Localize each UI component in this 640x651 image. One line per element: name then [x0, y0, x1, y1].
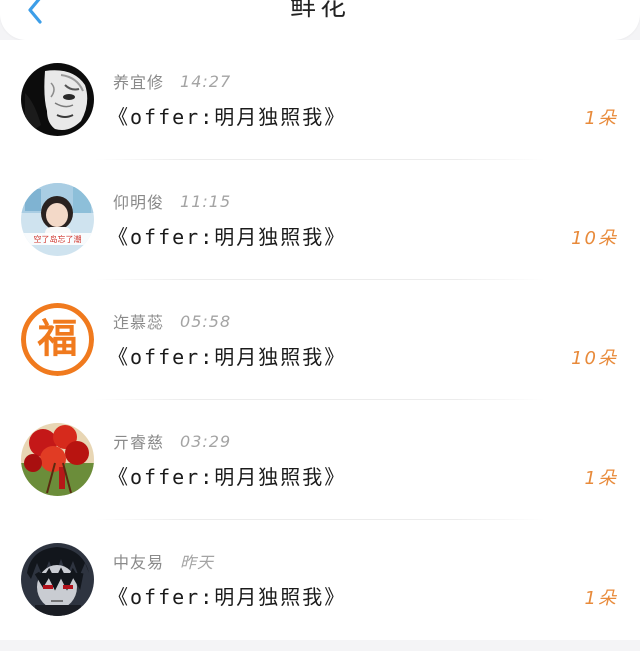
gift-title: 《offer:明月独照我》	[108, 585, 347, 609]
mask-avatar[interactable]	[21, 63, 94, 136]
gift-title: 《offer:明月独照我》	[108, 465, 347, 489]
flower-amount: 1朵	[584, 468, 618, 489]
list-item[interactable]: 亓睿慈 03:29 《offer:明月独照我》 1朵	[0, 400, 640, 520]
header-bar: 鲜花	[0, 0, 640, 40]
send-time: 11:15	[180, 191, 232, 211]
red-flower-avatar[interactable]	[21, 423, 94, 496]
flowers-page: 鲜花 养宜修 14:27 《offer:明月独照我》 1朵 空了岛忘了潮 仰明俊…	[0, 0, 640, 651]
sender-name: 养宜修	[113, 73, 165, 92]
fu-character-avatar[interactable]: 福	[21, 303, 94, 376]
sender-name: 亓睿慈	[113, 433, 165, 452]
flower-amount: 1朵	[584, 108, 618, 129]
sender-name: 仰明俊	[113, 193, 165, 212]
flower-amount: 10朵	[571, 348, 618, 369]
girl-photo-avatar[interactable]: 空了岛忘了潮	[21, 183, 94, 256]
bottom-band	[0, 640, 640, 651]
send-time: 03:29	[180, 431, 232, 451]
send-time: 14:27	[180, 71, 232, 91]
page-title: 鲜花	[289, 0, 350, 22]
sender-name: 中友易	[113, 553, 165, 572]
list-item[interactable]: 福 迮慕蕊 05:58 《offer:明月独照我》 10朵	[0, 280, 640, 400]
sender-name: 迮慕蕊	[113, 313, 165, 332]
list-item[interactable]: 空了岛忘了潮 仰明俊 11:15 《offer:明月独照我》 10朵	[0, 160, 640, 280]
gift-title: 《offer:明月独照我》	[108, 345, 347, 369]
fu-glyph: 福	[37, 316, 78, 362]
list-item[interactable]: 养宜修 14:27 《offer:明月独照我》 1朵	[0, 40, 640, 160]
anime-boy-avatar[interactable]	[21, 543, 94, 616]
flower-amount: 10朵	[571, 228, 618, 249]
send-time: 昨天	[180, 553, 215, 572]
send-time: 05:58	[180, 311, 232, 331]
flower-amount: 1朵	[584, 588, 618, 609]
gift-list: 养宜修 14:27 《offer:明月独照我》 1朵 空了岛忘了潮 仰明俊 11…	[0, 40, 640, 651]
gift-title: 《offer:明月独照我》	[108, 105, 347, 129]
gift-title: 《offer:明月独照我》	[108, 225, 347, 249]
avatar-caption: 空了岛忘了潮	[33, 235, 82, 244]
list-item[interactable]: 中友易 昨天 《offer:明月独照我》 1朵	[0, 520, 640, 640]
